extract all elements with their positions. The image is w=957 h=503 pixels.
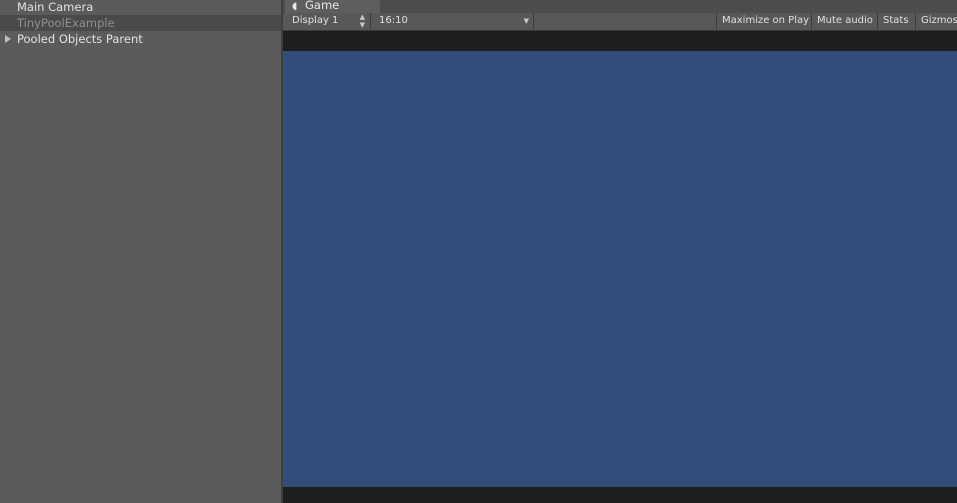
- stats-toggle[interactable]: Stats: [878, 13, 916, 29]
- hierarchy-item-tiny-pool-example[interactable]: TinyPoolExample: [0, 15, 281, 31]
- tab-label: Game: [305, 0, 340, 12]
- unity-editor: Main Camera TinyPoolExample Pooled Objec…: [0, 0, 957, 503]
- stats-label: Stats: [883, 15, 909, 26]
- game-panel: ◖ Game Display 1 ▲ ▼ 16:10 ▼ Maximize on …: [283, 0, 957, 503]
- aspect-ratio-value: 16:10: [379, 15, 408, 26]
- mute-audio-label: Mute audio: [817, 15, 873, 26]
- gizmos-menu[interactable]: Gizmos: [916, 13, 957, 29]
- tab-game[interactable]: ◖ Game: [285, 0, 380, 13]
- updown-arrows-icon: ▲ ▼: [359, 13, 365, 29]
- game-viewport[interactable]: [283, 51, 957, 487]
- gizmos-label: Gizmos: [921, 15, 957, 26]
- display-select-value: Display 1: [292, 15, 339, 26]
- mute-audio-toggle[interactable]: Mute audio: [812, 13, 878, 29]
- hierarchy-item-label: Pooled Objects Parent: [17, 32, 143, 46]
- maximize-on-play-label: Maximize on Play: [722, 15, 810, 26]
- hierarchy-item-label: Main Camera: [17, 0, 94, 14]
- pacman-icon: ◖: [292, 1, 298, 12]
- hierarchy-item-main-camera[interactable]: Main Camera: [0, 0, 281, 15]
- hierarchy-panel: Main Camera TinyPoolExample Pooled Objec…: [0, 0, 281, 503]
- hierarchy-item-label: TinyPoolExample: [17, 16, 115, 30]
- foldout-arrow-icon[interactable]: [5, 35, 11, 43]
- chevron-down-icon: ▼: [523, 17, 529, 25]
- maximize-on-play-toggle[interactable]: Maximize on Play: [716, 13, 812, 29]
- game-toolbar: Display 1 ▲ ▼ 16:10 ▼ Maximize on Play Mu…: [283, 13, 957, 31]
- tab-strip: ◖ Game: [283, 0, 957, 13]
- aspect-ratio-select[interactable]: 16:10 ▼: [374, 13, 534, 29]
- hierarchy-item-pooled-objects-parent[interactable]: Pooled Objects Parent: [0, 31, 281, 47]
- display-select[interactable]: Display 1 ▲ ▼: [287, 13, 371, 29]
